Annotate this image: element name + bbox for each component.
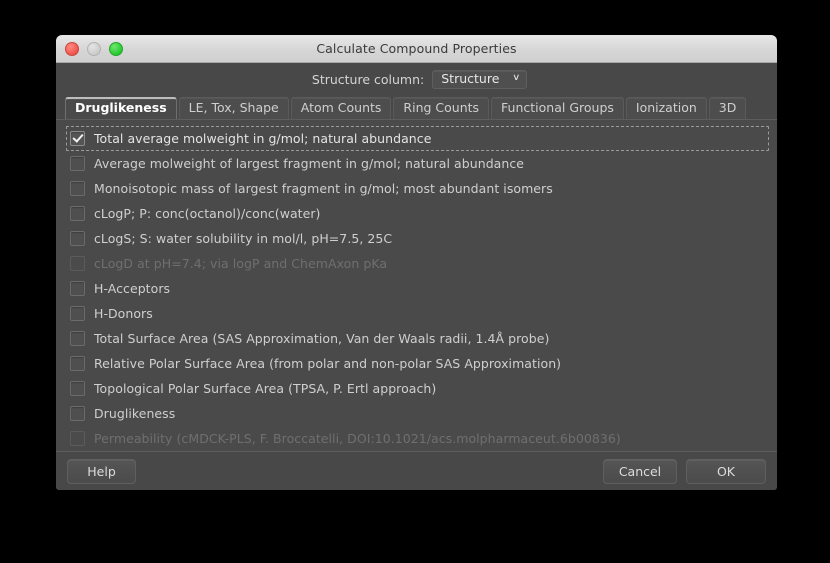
checkbox-icon[interactable] [70,331,85,346]
property-row-clogs[interactable]: cLogS; S: water solubility in mol/l, pH=… [56,226,777,251]
property-row-monoisotopic-mass[interactable]: Monoisotopic mass of largest fragment in… [56,176,777,201]
tab-bar: Druglikeness LE, Tox, Shape Atom Counts … [56,95,777,119]
property-row-clogd: cLogD at pH=7.4; via logP and ChemAxon p… [56,251,777,276]
tab-le-tox-shape[interactable]: LE, Tox, Shape [178,97,289,119]
close-button[interactable] [65,41,79,56]
ok-button[interactable]: OK [686,458,766,484]
property-label: cLogD at pH=7.4; via logP and ChemAxon p… [94,256,388,271]
property-label: cLogS; S: water solubility in mol/l, pH=… [94,231,393,246]
chevron-down-icon: ∨ [512,73,521,83]
checkbox-icon[interactable] [70,406,85,421]
property-row-total-surface-area[interactable]: Total Surface Area (SAS Approximation, V… [56,326,777,351]
checkbox-icon [70,431,85,446]
structure-column-label: Structure column: [311,71,425,87]
checkbox-icon[interactable] [70,206,85,221]
checkbox-icon[interactable] [70,281,85,296]
property-row-clogp[interactable]: cLogP; P: conc(octanol)/conc(water) [56,201,777,226]
structure-column-select[interactable]: Structure ∨ [432,69,527,89]
property-row-druglikeness[interactable]: Druglikeness [56,401,777,426]
property-list: Total average molweight in g/mol; natura… [56,119,777,451]
property-label: H-Donors [94,306,153,321]
dialog-button-bar: Help Cancel OK [56,451,777,490]
checkbox-icon[interactable] [70,381,85,396]
tab-ring-counts[interactable]: Ring Counts [393,97,490,119]
property-label: Monoisotopic mass of largest fragment in… [94,181,553,196]
property-row-permeability: Permeability (cMDCK-PLS, F. Broccatelli,… [56,426,777,451]
property-row-average-molweight-largest-fragment[interactable]: Average molweight of largest fragment in… [56,151,777,176]
structure-column-row: Structure column: Structure ∨ [56,63,777,95]
property-row-h-acceptors[interactable]: H-Acceptors [56,276,777,301]
zoom-button[interactable] [109,41,123,56]
tab-ionization[interactable]: Ionization [625,97,707,119]
tab-3d[interactable]: 3D [708,97,747,119]
property-label: Relative Polar Surface Area (from polar … [94,356,562,371]
checkbox-icon[interactable] [70,356,85,371]
property-label: Druglikeness [94,406,176,421]
checkbox-icon[interactable] [70,181,85,196]
window-controls [56,41,123,56]
property-label: Permeability (cMDCK-PLS, F. Broccatelli,… [94,431,621,446]
checkbox-icon[interactable] [70,306,85,321]
property-label: Topological Polar Surface Area (TPSA, P.… [94,381,437,396]
property-label: Average molweight of largest fragment in… [94,156,525,171]
property-row-h-donors[interactable]: H-Donors [56,301,777,326]
structure-column-value: Structure [441,71,500,86]
minimize-button[interactable] [87,41,101,56]
tab-functional-groups[interactable]: Functional Groups [491,97,624,119]
checkbox-icon[interactable] [70,156,85,171]
checkbox-icon[interactable] [70,231,85,246]
window-title: Calculate Compound Properties [316,41,517,56]
help-button[interactable]: Help [67,458,136,484]
property-row-relative-polar-surface-area[interactable]: Relative Polar Surface Area (from polar … [56,351,777,376]
property-label: Total Surface Area (SAS Approximation, V… [94,331,550,346]
property-row-topological-polar-surface-area[interactable]: Topological Polar Surface Area (TPSA, P.… [56,376,777,401]
dialog-window: Calculate Compound Properties Structure … [56,35,777,490]
cancel-button[interactable]: Cancel [603,458,677,484]
title-bar: Calculate Compound Properties [56,35,777,63]
property-label: H-Acceptors [94,281,171,296]
checkbox-icon[interactable] [70,131,85,146]
tab-atom-counts[interactable]: Atom Counts [290,97,392,119]
property-label: Total average molweight in g/mol; natura… [94,131,432,146]
property-label: cLogP; P: conc(octanol)/conc(water) [94,206,321,221]
checkbox-icon [70,256,85,271]
tab-druglikeness[interactable]: Druglikeness [65,97,177,119]
property-row-total-average-molweight[interactable]: Total average molweight in g/mol; natura… [66,126,769,151]
